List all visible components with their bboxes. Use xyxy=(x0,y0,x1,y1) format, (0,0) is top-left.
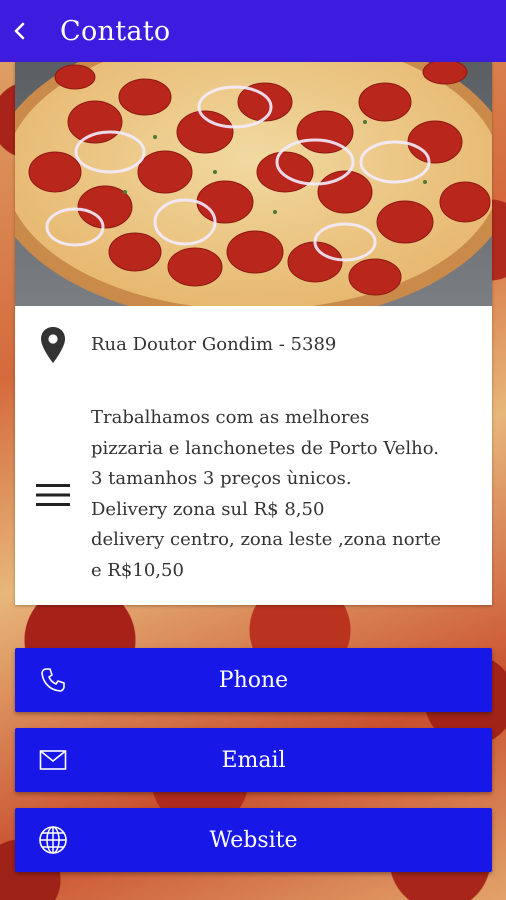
description-line: Delivery zona sul R$ 8,50 xyxy=(91,498,325,520)
page-title: Contato xyxy=(60,15,171,47)
phone-icon xyxy=(41,668,65,692)
globe-icon xyxy=(39,826,67,854)
address-text: Rua Doutor Gondim - 5389 xyxy=(91,333,337,355)
chevron-left-icon xyxy=(14,22,25,40)
description-row: Trabalhamos com as melhores pizzaria e l… xyxy=(15,403,492,586)
website-button[interactable]: Website xyxy=(15,808,492,872)
pizza-photo xyxy=(15,62,492,306)
pizza-image xyxy=(15,62,492,306)
email-button[interactable]: Email xyxy=(15,728,492,792)
location-pin-icon xyxy=(41,327,65,363)
description-line: Trabalhamos com as melhores xyxy=(91,407,370,428)
description-line: 3 tamanhos 3 preços ùnicos. xyxy=(91,468,352,489)
description-line: pizzaria e lanchonetes de Porto Velho. xyxy=(91,437,439,459)
description-text: Trabalhamos com as melhores pizzaria e l… xyxy=(91,403,441,586)
envelope-icon xyxy=(39,750,67,770)
description-line: delivery centro, zona leste ,zona norte xyxy=(91,529,442,550)
back-button[interactable] xyxy=(0,0,40,62)
phone-button[interactable]: Phone xyxy=(15,648,492,712)
contact-card: Rua Doutor Gondim - 5389 Trabalhamos com… xyxy=(15,62,492,605)
description-line: e R$10,50 xyxy=(91,559,184,581)
app-bar: Contato xyxy=(0,0,506,62)
address-row[interactable]: Rua Doutor Gondim - 5389 xyxy=(15,326,492,364)
menu-lines-icon xyxy=(36,483,70,506)
